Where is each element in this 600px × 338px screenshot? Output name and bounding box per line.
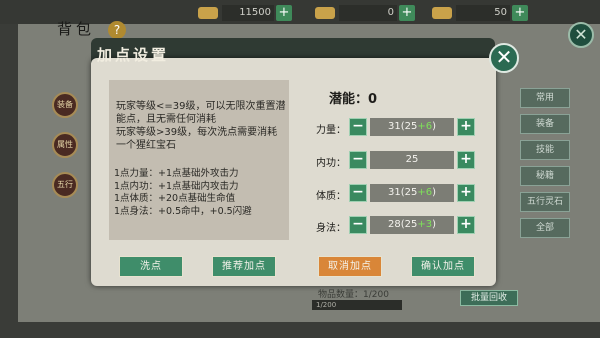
dialog-title: 加点设置 bbox=[97, 46, 170, 64]
reset-rules-text: 玩家等级<=39级，可以无限次重置潜能点，且无需任何消耗 玩家等级>39级，每次… bbox=[116, 101, 286, 151]
close-icon[interactable]: ✕ bbox=[489, 43, 519, 73]
stat-effects-list: 1点力量：+1点基础外攻击力 1点内功：+1点基础内攻击力 1点体质：+20点基… bbox=[114, 168, 289, 218]
constitution-plus-button[interactable]: + bbox=[457, 184, 475, 202]
gold-bar-icon bbox=[315, 7, 335, 19]
agility-minus-button[interactable]: − bbox=[349, 216, 367, 234]
stat-label-strength: 力量： bbox=[316, 125, 346, 136]
agility-plus-button[interactable]: + bbox=[457, 216, 475, 234]
currency-gold-ingot: 11500 + bbox=[198, 4, 292, 22]
add-currency-button[interactable]: + bbox=[512, 5, 528, 21]
strength-plus-button[interactable]: + bbox=[457, 118, 475, 136]
bag-title: 背包 bbox=[57, 20, 96, 38]
agility-value: 28(25+3) bbox=[370, 216, 454, 234]
help-icon[interactable]: ? bbox=[108, 21, 126, 39]
currency-ingot: 50 + bbox=[432, 4, 528, 22]
bottom-strip bbox=[0, 322, 600, 338]
reset-points-button[interactable]: 洗点 bbox=[119, 256, 183, 277]
batch-recycle-button[interactable]: 批量回收 bbox=[460, 290, 518, 306]
currency-value: 50 bbox=[456, 5, 510, 21]
filter-tab-manuals[interactable]: 秘籍 bbox=[520, 166, 570, 186]
side-tab-attributes[interactable]: 属性 bbox=[52, 132, 78, 158]
add-currency-button[interactable]: + bbox=[276, 5, 292, 21]
cancel-points-button[interactable]: 取消加点 bbox=[318, 256, 382, 277]
stat-effect-internal: 1点内功：+1点基础内攻击力 bbox=[114, 180, 239, 192]
filter-tab-skills[interactable]: 技能 bbox=[520, 140, 570, 160]
item-count-label: 物品数量：1/200 bbox=[318, 290, 389, 300]
stat-label-agility: 身法： bbox=[316, 223, 346, 234]
stat-label-constitution: 体质： bbox=[316, 191, 346, 202]
ingot-icon bbox=[432, 7, 452, 19]
filter-tab-wuxing-stone[interactable]: 五行灵石 bbox=[520, 192, 570, 212]
side-tab-wuxing[interactable]: 五行 bbox=[52, 172, 78, 198]
internal-minus-button[interactable]: − bbox=[349, 151, 367, 169]
filter-tab-equipment[interactable]: 装备 bbox=[520, 114, 570, 134]
add-currency-button[interactable]: + bbox=[399, 5, 415, 21]
strength-minus-button[interactable]: − bbox=[349, 118, 367, 136]
stat-effect-agility: 1点身法：+0.5命中，+0.5闪避 bbox=[114, 205, 252, 217]
currency-value: 0 bbox=[339, 5, 397, 21]
recommend-points-button[interactable]: 推荐加点 bbox=[212, 256, 276, 277]
internal-plus-button[interactable]: + bbox=[457, 151, 475, 169]
potential-points: 潜能：0 bbox=[329, 92, 378, 107]
bag-close-icon[interactable]: ✕ bbox=[568, 22, 594, 48]
confirm-points-button[interactable]: 确认加点 bbox=[411, 256, 475, 277]
stat-effect-strength: 1点力量：+1点基础外攻击力 bbox=[114, 168, 239, 179]
constitution-minus-button[interactable]: − bbox=[349, 184, 367, 202]
currency-gold-bar: 0 + bbox=[315, 4, 415, 22]
item-count-bar: 1/200 bbox=[312, 300, 402, 310]
filter-tab-common[interactable]: 常用 bbox=[520, 88, 570, 108]
side-tab-equipment[interactable]: 装备 bbox=[52, 92, 78, 118]
gold-ingot-icon bbox=[198, 7, 218, 19]
constitution-value: 31(25+6) bbox=[370, 184, 454, 202]
internal-value: 25 bbox=[370, 151, 454, 169]
filter-tab-all[interactable]: 全部 bbox=[520, 218, 570, 238]
strength-value: 31(25+6) bbox=[370, 118, 454, 136]
stat-effect-constitution: 1点体质：+20点基础生命值 bbox=[114, 193, 236, 204]
stat-label-internal: 内功： bbox=[316, 158, 346, 169]
currency-value: 11500 bbox=[222, 5, 274, 21]
